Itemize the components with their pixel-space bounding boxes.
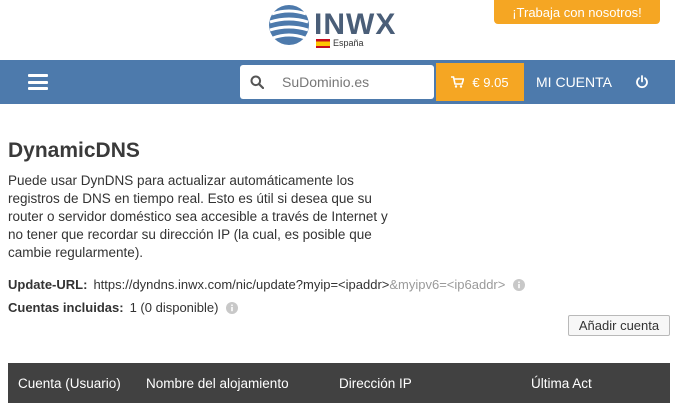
shopping-cart-icon — [451, 76, 465, 88]
inwx-logo[interactable]: INWX España — [268, 0, 418, 56]
page-title: DynamicDNS — [8, 139, 140, 162]
page-description: Puede usar DynDNS para actualizar automá… — [8, 173, 388, 260]
top-strip: INWX España ¡Trabaja con nosotros! — [0, 0, 675, 60]
spain-flag-icon — [316, 38, 330, 48]
domain-search-input[interactable] — [274, 65, 430, 99]
column-header-ip-address[interactable]: Dirección IP — [339, 363, 412, 403]
accounts-value: 1 (0 disponible) — [129, 300, 219, 315]
country-name: España — [333, 38, 364, 48]
menu-hamburger-icon[interactable] — [28, 74, 48, 90]
jobs-button[interactable]: ¡Trabaja con nosotros! — [494, 0, 660, 24]
domain-search — [240, 65, 434, 99]
main-navbar: € 9.05 MI CUENTA — [0, 60, 675, 104]
country-label: España — [316, 38, 364, 48]
update-url-label: Update-URL: — [8, 277, 88, 292]
column-header-account[interactable]: Cuenta (Usuario) — [18, 363, 121, 403]
accounts-label: Cuentas incluidas: — [8, 300, 124, 315]
cart-amount: € 9.05 — [472, 74, 509, 90]
logout-button[interactable] — [622, 60, 662, 104]
column-header-hostname[interactable]: Nombre del alojamiento — [146, 363, 289, 403]
cart-button[interactable]: € 9.05 — [436, 63, 524, 101]
update-url-ipv6: &myipv6=<ip6addr> — [389, 277, 506, 292]
power-icon — [636, 75, 648, 89]
info-icon[interactable] — [513, 278, 526, 291]
accounts-row: Cuentas incluidas: 1 (0 disponible) — [8, 300, 239, 315]
update-url-row: Update-URL: https://dyndns.inwx.com/nic/… — [8, 277, 526, 292]
globe-logo-icon — [269, 5, 309, 45]
brand-name: INWX — [314, 8, 397, 41]
update-url-value: https://dyndns.inwx.com/nic/update?myip=… — [93, 277, 390, 292]
column-header-last-update[interactable]: Última Act — [531, 363, 592, 403]
add-account-button[interactable]: Añadir cuenta — [568, 315, 670, 336]
info-icon[interactable] — [226, 301, 239, 314]
search-icon[interactable] — [250, 75, 264, 89]
my-account-link[interactable]: MI CUENTA — [530, 60, 618, 104]
dyndns-table-header: Cuenta (Usuario) Nombre del alojamiento … — [8, 363, 670, 403]
